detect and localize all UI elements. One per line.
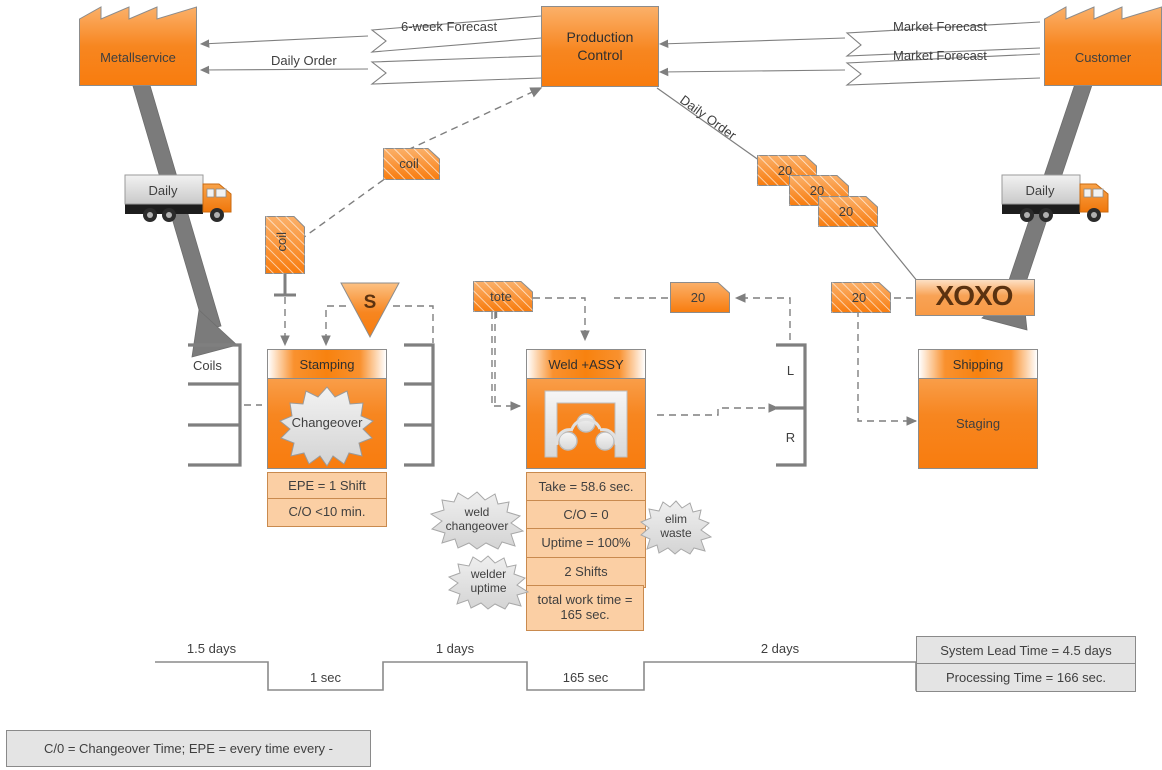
process-box-stamping[interactable]: Stamping Changeover [267, 349, 387, 469]
load-leveling-box[interactable]: XOXO [915, 279, 1035, 316]
factory-icon [79, 6, 197, 86]
value-stream-map-canvas: Metallservice Customer Production Contro… [0, 0, 1162, 770]
customer-plant-label: Customer [1074, 50, 1132, 65]
process-box-shipping-staging-label: Staging [955, 416, 1001, 431]
work-cell-icon [544, 390, 628, 458]
production-control-label-line2: Control [577, 46, 623, 63]
shipment-truck-inbound-label: Daily [148, 183, 178, 198]
data-box-weld-shifts: 2 Shifts [526, 557, 646, 588]
timeline-lead-time-2: 1 days [435, 641, 475, 656]
kanban-card-weld-production-label: 20 [690, 290, 706, 305]
total-processing-time: Processing Time = 166 sec. [916, 663, 1136, 692]
arrow-market-forecast-2-head [658, 67, 846, 77]
kaizen-line2: waste [660, 525, 692, 540]
arrow-fifo-to-kanban [734, 293, 791, 340]
kaizen-burst-elim-waste-label: elim waste [640, 512, 712, 541]
truck-icon [124, 174, 232, 222]
process-box-weld-assy[interactable]: Weld +ASSY [526, 349, 646, 469]
kaizen-line1: weld [464, 505, 490, 519]
data-box-weld-uptime: Uptime = 100% [526, 528, 646, 559]
signal-kanban-s[interactable]: S [340, 282, 400, 339]
kanban-card-staging[interactable]: 20 [831, 282, 891, 313]
kaizen-line1: elim [664, 512, 687, 526]
data-box-stamping-epe: EPE = 1 Shift [267, 472, 387, 501]
data-box-weld-total-work-time: total work time = 165 sec. [526, 585, 644, 631]
kanban-card-weld-production[interactable]: 20 [670, 282, 730, 313]
process-box-stamping-title: Stamping [268, 350, 386, 379]
kanban-card-tote[interactable]: tote [473, 281, 533, 312]
process-box-stamping-body: Changeover [268, 379, 386, 468]
arrow-daily-order-left [370, 55, 542, 85]
data-box-stamping-co: C/O <10 min. [267, 498, 387, 527]
kaizen-burst-welder-uptime[interactable]: welder uptime [447, 553, 530, 611]
kanban-card-batch-3[interactable]: 20 [818, 196, 878, 227]
load-leveling-box-label: XOXO [935, 280, 1014, 311]
supermarket-stamped [404, 343, 435, 467]
kaizen-burst-weld-changeover[interactable]: weld changeover [428, 489, 526, 551]
kaizen-line2: uptime [470, 580, 507, 595]
process-box-weld-assy-body [527, 379, 645, 468]
customer-plant[interactable]: Customer [1044, 6, 1162, 86]
arrow-daily-order-to-metallservice [199, 65, 369, 75]
production-control-label-line1: Production [566, 29, 634, 45]
kanban-card-coil-post-label: coil [274, 232, 289, 252]
arrow-label-market-forecast-2: Market Forecast [893, 48, 987, 63]
kaizen-burst-elim-waste[interactable]: elim waste [639, 498, 713, 556]
fifo-lane-label-top: L [786, 363, 795, 378]
signal-kanban-s-label: S [363, 292, 377, 313]
production-control-box[interactable]: Production Control [541, 6, 659, 87]
factory-icon [1044, 6, 1162, 86]
timeline-process-time-2: 165 sec [562, 670, 609, 685]
process-box-shipping[interactable]: Shipping Staging [918, 349, 1038, 469]
truck-icon [1001, 174, 1109, 222]
arrow-weld-to-fifo [657, 403, 780, 416]
timeline-lead-time-3: 2 days [760, 641, 800, 656]
kanban-card-coil-signal-label: coil [399, 156, 419, 171]
kaizen-burst-welder-uptime-label: welder uptime [447, 567, 530, 596]
arrow-label-6week-forecast: 6-week Forecast [401, 19, 498, 34]
timeline-process-time-1: 1 sec [309, 670, 342, 685]
kaizen-burst-weld-changeover-label: weld changeover [428, 505, 526, 534]
shipment-truck-inbound[interactable]: Daily [124, 172, 240, 224]
data-box-weld-take: Take = 58.6 sec. [526, 472, 646, 503]
fifo-lane-label-bottom: R [785, 430, 796, 445]
arrow-6week-to-metallservice [199, 35, 369, 48]
arrow-tote-branch [533, 297, 590, 342]
kanban-card-batch-3-label: 20 [838, 204, 854, 219]
changeover-burst-label: Changeover [291, 415, 363, 430]
arrow-market-forecast-1-head [658, 37, 846, 49]
process-box-weld-assy-title: Weld +ASSY [527, 350, 645, 379]
total-system-lead-time: System Lead Time = 4.5 days [916, 636, 1136, 665]
process-box-shipping-title: Shipping [919, 350, 1037, 379]
kaizen-line1: welder [470, 567, 507, 581]
legend-note: C/0 = Changeover Time; EPE = every time … [6, 730, 371, 767]
kanban-card-tote-label: tote [490, 289, 512, 304]
kanban-card-staging-label: 20 [851, 290, 867, 305]
supermarket-coils-label: Coils [193, 358, 222, 373]
kanban-card-coil-post[interactable]: coil [265, 216, 305, 274]
kanban-card-coil-signal[interactable]: coil [383, 148, 440, 180]
shipment-truck-outbound-label: Daily [1025, 183, 1055, 198]
arrow-coilpost-to-coilcard [299, 177, 387, 241]
arrow-label-daily-order-left: Daily Order [271, 53, 337, 68]
data-box-weld-co: C/O = 0 [526, 500, 646, 531]
timeline-lead-time-1: 1.5 days [186, 641, 237, 656]
supplier-plant-metallservice[interactable]: Metallservice [79, 6, 197, 86]
supplier-plant-metallservice-label: Metallservice [100, 50, 176, 65]
shipment-truck-outbound[interactable]: Daily [1001, 172, 1117, 224]
arrow-label-market-forecast-1: Market Forecast [893, 19, 987, 34]
arrow-staging-kanban-to-staging [857, 310, 918, 426]
kaizen-line2: changeover [445, 518, 509, 533]
